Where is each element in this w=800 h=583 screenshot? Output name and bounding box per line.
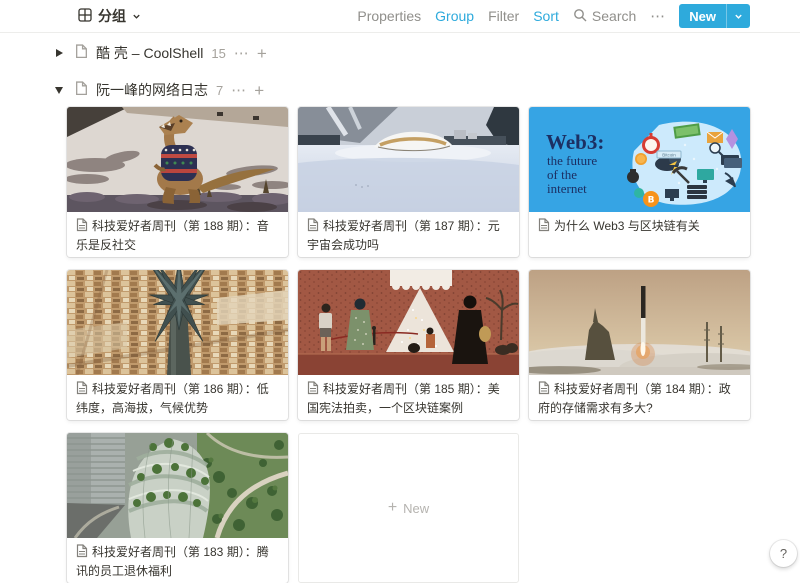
white-tent-crowd-brick-wall-cover-image bbox=[298, 270, 519, 375]
group-name[interactable]: 酷 壳 – CoolShell bbox=[96, 43, 203, 63]
plus-icon: + bbox=[388, 500, 397, 516]
group-more-button[interactable]: ⋯ bbox=[231, 81, 246, 99]
web3-subline: of the bbox=[547, 167, 577, 182]
svg-text:Bitcoin: Bitcoin bbox=[662, 153, 676, 158]
web3-subline: the future bbox=[547, 153, 597, 168]
web3-blue-illustration-cover-image: B Bitcoin Web3: the future of the intern… bbox=[529, 107, 750, 212]
new-button[interactable]: New bbox=[679, 4, 750, 28]
snow-field-curved-building-cover-image bbox=[298, 107, 519, 212]
gallery-card[interactable]: 科技爱好者周刊（第 186 期）：低纬度，高海拔，气候优势 bbox=[67, 270, 288, 420]
gallery-card[interactable]: 科技爱好者周刊（第 187 期）：元宇宙会成功吗 bbox=[298, 107, 519, 257]
more-options-button[interactable]: ⋯ bbox=[650, 7, 665, 25]
collapse-triangle-icon[interactable] bbox=[51, 82, 67, 98]
properties-button[interactable]: Properties bbox=[357, 8, 421, 24]
group-count: 7 bbox=[216, 83, 223, 98]
gallery-view-icon bbox=[78, 8, 92, 25]
search-button[interactable]: Search bbox=[573, 8, 636, 25]
card-title-text: 科技爱好者周刊（第 185 期）：美国宪法拍卖，一个区块链案例 bbox=[307, 382, 500, 415]
card-title-text: 为什么 Web3 与区块链有关 bbox=[554, 219, 700, 233]
green-spiral-building-aerial-cover-image bbox=[67, 433, 288, 538]
page-text-icon bbox=[538, 218, 550, 237]
view-switcher[interactable]: 分组 bbox=[78, 6, 141, 26]
gallery-card[interactable]: 科技爱好者周刊（第 185 期）：美国宪法拍卖，一个区块链案例 bbox=[298, 270, 519, 420]
sort-button[interactable]: Sort bbox=[533, 8, 559, 24]
page-text-icon bbox=[76, 381, 88, 400]
glass-star-city-aerial-cover-image bbox=[67, 270, 288, 375]
group-count: 15 bbox=[211, 46, 225, 61]
new-card-button[interactable]: + New bbox=[298, 433, 519, 583]
card-title-text: 科技爱好者周刊（第 184 期）：政府的存储需求有多大? bbox=[538, 382, 731, 415]
gallery-card[interactable]: 科技爱好者周刊（第 184 期）：政府的存储需求有多大? bbox=[529, 270, 750, 420]
group-more-button[interactable]: ⋯ bbox=[234, 44, 249, 62]
svg-text:B: B bbox=[648, 196, 655, 206]
page-text-icon bbox=[307, 218, 319, 237]
expand-triangle-icon[interactable] bbox=[51, 45, 67, 61]
page-text-icon bbox=[538, 381, 550, 400]
card-title-text: 科技爱好者周刊（第 183 期）：腾讯的员工退休福利 bbox=[76, 545, 269, 578]
view-title: 分组 bbox=[98, 6, 126, 26]
page-text-icon bbox=[307, 381, 319, 400]
rocket-launch-in-fog-cover-image bbox=[529, 270, 750, 375]
new-button-label[interactable]: New bbox=[679, 4, 726, 28]
help-button[interactable]: ? bbox=[770, 540, 797, 567]
web3-heading: Web3: bbox=[546, 130, 604, 154]
gallery-card[interactable]: B Bitcoin Web3: the future of the intern… bbox=[529, 107, 750, 257]
card-title: 科技爱好者周刊（第 188 期）：音乐是反社交 bbox=[67, 212, 288, 255]
toolbar: 分组 Properties Group Filter Sort Search ⋯… bbox=[0, 0, 800, 33]
gallery-card[interactable]: 科技爱好者周刊（第 183 期）：腾讯的员工退休福利 bbox=[67, 433, 288, 583]
search-label: Search bbox=[592, 8, 636, 24]
page-icon bbox=[75, 44, 88, 62]
card-title: 科技爱好者周刊（第 185 期）：美国宪法拍卖，一个区块链案例 bbox=[298, 375, 519, 418]
help-question-mark: ? bbox=[780, 546, 787, 561]
group-name[interactable]: 阮一峰的网络日志 bbox=[96, 80, 208, 100]
search-icon bbox=[573, 8, 587, 25]
card-title: 科技爱好者周刊（第 186 期）：低纬度，高海拔，气候优势 bbox=[67, 375, 288, 418]
card-title: 科技爱好者周刊（第 187 期）：元宇宙会成功吗 bbox=[298, 212, 519, 255]
page-text-icon bbox=[76, 218, 88, 237]
toolbar-actions: Properties Group Filter Sort Search ⋯ Ne… bbox=[357, 4, 750, 28]
card-title: 科技爱好者周刊（第 184 期）：政府的存储需求有多大? bbox=[529, 375, 750, 418]
card-title-text: 科技爱好者周刊（第 188 期）：音乐是反社交 bbox=[76, 219, 269, 252]
chevron-down-icon bbox=[132, 8, 141, 24]
card-title-text: 科技爱好者周刊（第 187 期）：元宇宙会成功吗 bbox=[307, 219, 500, 252]
group-row-ruanyifeng: 阮一峰的网络日志 7 ⋯ + bbox=[51, 75, 800, 105]
card-title-text: 科技爱好者周刊（第 186 期）：低纬度，高海拔，气候优势 bbox=[76, 382, 269, 415]
filter-button[interactable]: Filter bbox=[488, 8, 519, 24]
group-row-coolshell: 酷 壳 – CoolShell 15 ⋯ + bbox=[51, 38, 800, 68]
new-button-chevron-icon[interactable] bbox=[727, 4, 750, 28]
new-card-label: New bbox=[403, 501, 429, 516]
page-icon bbox=[75, 81, 88, 99]
card-title: 为什么 Web3 与区块链有关 bbox=[529, 212, 750, 237]
card-title: 科技爱好者周刊（第 183 期）：腾讯的员工退休福利 bbox=[67, 538, 288, 581]
web3-subline: internet bbox=[547, 181, 587, 196]
gallery-grid: 科技爱好者周刊（第 188 期）：音乐是反社交 bbox=[67, 107, 800, 583]
group-button[interactable]: Group bbox=[435, 8, 474, 24]
trex-in-sweater-museum-cover-image bbox=[67, 107, 288, 212]
gallery-card[interactable]: 科技爱好者周刊（第 188 期）：音乐是反社交 bbox=[67, 107, 288, 257]
group-add-button[interactable]: + bbox=[257, 45, 267, 62]
group-add-button[interactable]: + bbox=[254, 82, 264, 99]
page-text-icon bbox=[76, 544, 88, 563]
